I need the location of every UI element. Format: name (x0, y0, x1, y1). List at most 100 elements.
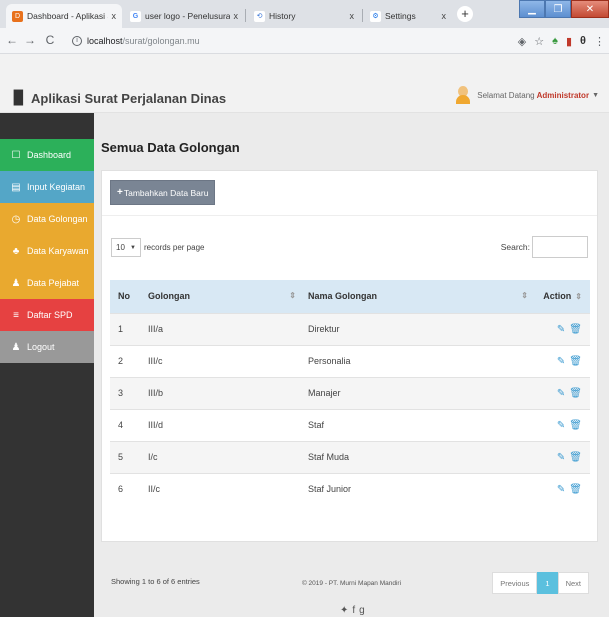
delete-icon[interactable]: 🗑 (569, 420, 582, 431)
sidebar-item-label: Dashboard (27, 150, 72, 160)
tab-close-icon[interactable]: x (442, 11, 447, 21)
reload-icon[interactable]: C (42, 32, 58, 48)
user-menu[interactable]: Selamat Datang Administrator ▼ (455, 86, 599, 104)
delete-icon[interactable]: 🗑 (569, 484, 582, 495)
cell-golongan: III/a (140, 312, 300, 345)
add-new-data-button[interactable]: + Tambahkan Data Baru (110, 180, 216, 205)
sidebar-item-logout[interactable]: ♟ Logout (0, 331, 94, 363)
app-favicon-icon: D (12, 10, 23, 22)
window-close-icon[interactable]: ✕ (571, 0, 609, 18)
sidebar-item-label: Daftar SPD (27, 310, 73, 320)
column-header-no[interactable]: No (110, 280, 140, 313)
cell-golongan: III/b (140, 376, 300, 409)
username: Administrator (536, 90, 590, 100)
app-brand[interactable]: ▉ Aplikasi Surat Perjalanan Dinas (14, 90, 226, 106)
clock-icon: ◷ (11, 213, 21, 225)
sidebar-item-dashboard[interactable]: ☐ Dashboard (0, 139, 94, 171)
sidebar-item-data-karyawan[interactable]: ♣ Data Karyawan (0, 235, 94, 267)
browser-tab-history[interactable]: ⟲ History x (248, 4, 360, 28)
edit-icon[interactable]: ✎ (557, 388, 565, 399)
sidebar-item-data-golongan[interactable]: ◷ Data Golongan (0, 203, 94, 235)
cell-no: 4 (110, 408, 140, 441)
cell-nama-golongan: Staf Muda (300, 440, 532, 473)
tab-close-icon[interactable]: x (112, 11, 117, 21)
tab-title: Dashboard - Aplikasi Surat Perja (27, 11, 108, 21)
bookmark-star-icon[interactable]: ☆ (534, 35, 544, 48)
twitter-icon[interactable]: ✦ (340, 605, 352, 616)
data-panel: + Tambahkan Data Baru 10 ▼ records per p… (101, 170, 598, 594)
records-per-page-label: records per page (144, 243, 205, 252)
browser-tab-google[interactable]: G user logo - Penelusuran Google x (124, 4, 244, 28)
window-controls: ▁ ❐ ✕ (519, 0, 609, 20)
back-arrow-icon[interactable]: ← (4, 32, 20, 48)
table-row: 6 II/c Staf Junior ✎ 🗑 (110, 472, 590, 505)
cell-action: ✎ 🗑 (532, 376, 590, 409)
url-path: /surat/golongan.mu (122, 36, 200, 46)
sidebar-item-label: Data Golongan (27, 214, 88, 224)
cell-action: ✎ 🗑 (532, 408, 590, 441)
edit-icon[interactable]: ✎ (557, 324, 565, 335)
page-title: Semua Data Golongan (101, 140, 240, 155)
search-input[interactable] (532, 236, 588, 258)
toolbar-icons: ◈ ☆ ♠ ▮ θ ⋮ (518, 32, 605, 50)
tab-title: Settings (385, 11, 416, 21)
main-content: Semua Data Golongan + Tambahkan Data Bar… (94, 113, 609, 617)
column-header-nama-golongan[interactable]: Nama Golongan ⇕ (300, 280, 532, 313)
user-icon: ♟ (11, 341, 21, 353)
url-host: localhost (87, 36, 123, 46)
tab-close-icon[interactable]: x (350, 11, 355, 21)
delete-icon[interactable]: 🗑 (569, 388, 582, 399)
delete-icon[interactable]: 🗑 (569, 324, 582, 335)
delete-icon[interactable]: 🗑 (569, 452, 582, 463)
table-row: 5 I/c Staf Muda ✎ 🗑 (110, 440, 590, 473)
profile-icon[interactable]: θ (580, 35, 586, 47)
app-title: Aplikasi Surat Perjalanan Dinas (31, 90, 227, 106)
cell-no: 3 (110, 376, 140, 409)
history-icon: ⟲ (254, 10, 265, 22)
address-bar: ← → C i localhost/surat/golongan.mu ◈ ☆ … (0, 28, 609, 54)
extension-leaf-icon[interactable]: ♠ (552, 35, 558, 47)
tab-title: History (269, 11, 296, 21)
cell-action: ✎ 🗑 (532, 312, 590, 345)
edit-icon[interactable]: ✎ (557, 356, 565, 367)
cell-golongan: III/d (140, 408, 300, 441)
records-per-page-select[interactable]: 10 ▼ (111, 238, 141, 257)
edit-icon[interactable]: ✎ (557, 484, 565, 495)
restore-icon[interactable]: ❐ (545, 0, 571, 18)
avatar (455, 86, 471, 104)
table-row: 2 III/c Personalia ✎ 🗑 (110, 344, 590, 377)
browser-tab-settings[interactable]: ⚙ Settings x (364, 4, 452, 28)
google-plus-icon[interactable]: g (359, 605, 369, 616)
column-header-action[interactable]: Action ⇕ (532, 280, 590, 313)
column-header-golongan[interactable]: Golongan ⇕ (140, 280, 300, 313)
tab-title: user logo - Penelusuran Google (145, 11, 230, 21)
footer-social-icons: ✦fg (340, 605, 369, 616)
square-icon: ☐ (11, 149, 21, 161)
tab-close-icon[interactable]: x (234, 11, 239, 21)
browser-tab-dashboard[interactable]: D Dashboard - Aplikasi Surat Perja x (6, 4, 122, 28)
cell-nama-golongan: Personalia (300, 344, 532, 377)
sidebar-item-input-kegiatan[interactable]: ▤ Input Kegiatan (0, 171, 94, 203)
edit-icon[interactable]: ✎ (557, 420, 565, 431)
sidebar-item-data-pejabat[interactable]: ♟ Data Pejabat (0, 267, 94, 299)
tab-separator (245, 9, 246, 22)
sidebar-item-label: Logout (27, 342, 55, 352)
extension-icon[interactable]: ◈ (518, 35, 526, 48)
delete-icon[interactable]: 🗑 (569, 356, 582, 367)
url-field[interactable]: i localhost/surat/golongan.mu (72, 32, 492, 50)
extension-red-icon[interactable]: ▮ (566, 35, 572, 48)
panel-toolbar: + Tambahkan Data Baru (102, 171, 597, 216)
sort-icon: ⇕ (575, 292, 582, 302)
menu-kebab-icon[interactable]: ⋮ (594, 35, 605, 48)
minimize-icon[interactable]: ▁ (519, 0, 545, 18)
table-row: 4 III/d Staf ✎ 🗑 (110, 408, 590, 441)
search-label: Search: (500, 242, 530, 252)
site-info-icon[interactable]: i (72, 36, 82, 46)
cell-no: 1 (110, 312, 140, 345)
cell-nama-golongan: Direktur (300, 312, 532, 345)
records-per-page: 10 ▼ records per page (111, 238, 204, 257)
edit-icon[interactable]: ✎ (557, 452, 565, 463)
forward-arrow-icon[interactable]: → (22, 32, 38, 48)
sidebar-item-daftar-spd[interactable]: ≡ Daftar SPD (0, 299, 94, 331)
new-tab-button[interactable]: + (457, 6, 473, 22)
